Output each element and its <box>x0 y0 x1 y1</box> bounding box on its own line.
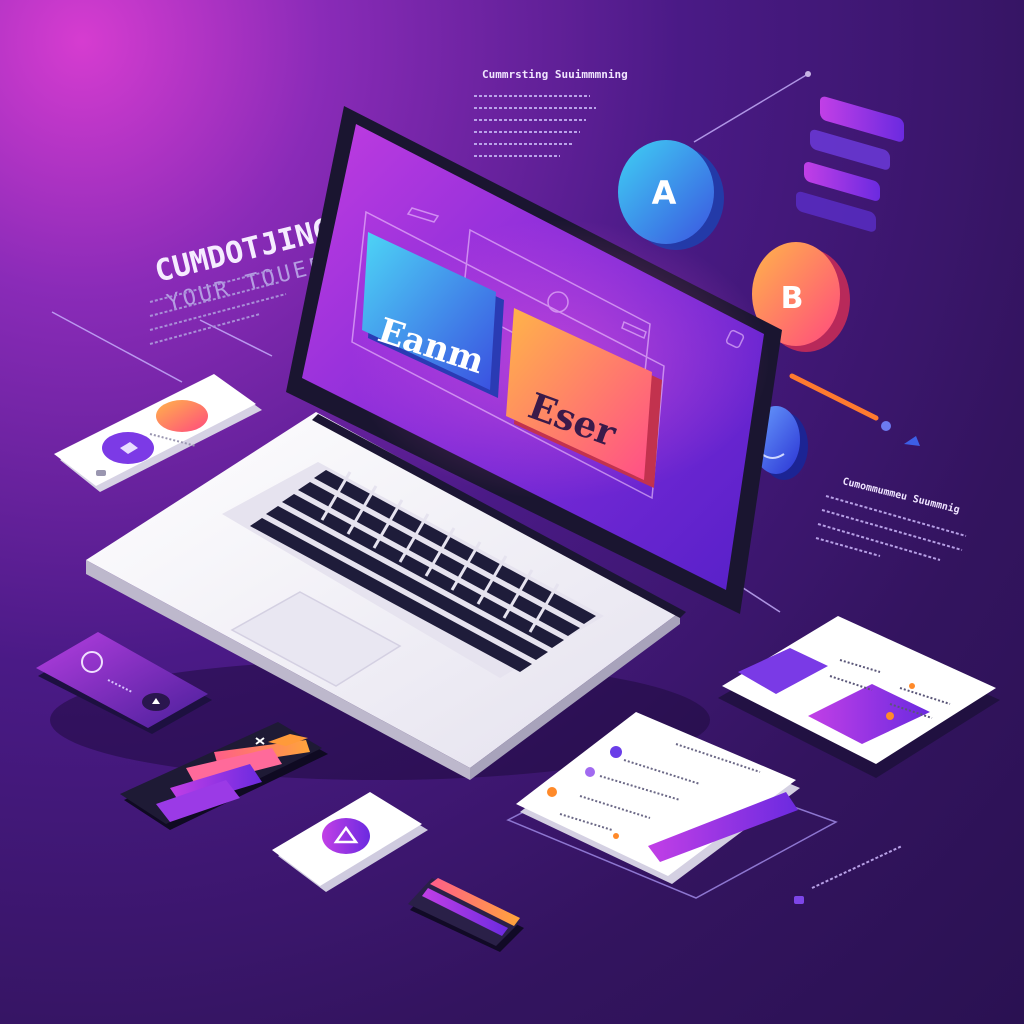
illustration: Cummrsting Suuimmmning CUMDOTJING YOUR T… <box>36 68 1000 952</box>
tablet-right[interactable] <box>718 616 1000 778</box>
slider-accent <box>789 373 920 446</box>
phone-left-orange-dot <box>156 400 208 432</box>
tablet-dot-2 <box>585 767 595 777</box>
tablet-dot-1 <box>610 746 622 758</box>
top-caption-block: Cummrsting Suuimmmning <box>474 68 628 157</box>
tablet-dot-3 <box>547 787 557 797</box>
bubble-a-label: A <box>652 174 677 212</box>
top-caption-lines <box>474 95 596 157</box>
card-bottom-small[interactable] <box>408 878 524 952</box>
phone-bottom-white[interactable] <box>272 792 428 892</box>
bottom-right-caption <box>794 845 903 904</box>
stacked-bars-panel <box>796 96 904 232</box>
right-caption: Cumommummeu Suummnig <box>841 475 961 516</box>
bubble-b-label: B <box>781 281 804 316</box>
top-caption: Cummrsting Suuimmmning <box>482 68 628 81</box>
right-caption-block: Cumommummeu Suummnig <box>815 475 967 561</box>
